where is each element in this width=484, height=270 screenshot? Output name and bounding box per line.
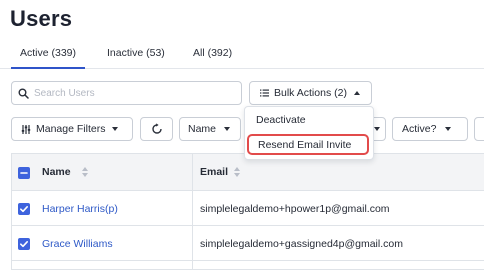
search-box: [11, 81, 242, 105]
active-filter-button[interactable]: Active?: [392, 117, 468, 141]
user-name-link[interactable]: Harper Harris(p): [42, 203, 118, 215]
tab-active[interactable]: Active (339): [10, 47, 86, 69]
caret-down-icon: [112, 127, 119, 131]
users-table: Name Email Harper Harris(p) simplelegald…: [11, 153, 484, 270]
search-input[interactable]: [34, 85, 234, 101]
menu-item-deactivate[interactable]: Deactivate: [256, 114, 384, 126]
refresh-icon: [151, 123, 162, 134]
name-filter-label: Name: [188, 123, 217, 135]
table-row: Grace Williams simplelegaldemo+gassigned…: [12, 227, 484, 261]
tab-all[interactable]: All (392): [193, 47, 232, 68]
list-icon: [260, 89, 269, 97]
checkbox-indeterminate-icon: [20, 172, 28, 174]
caret-down-icon: [445, 127, 452, 131]
bulk-actions-label: Bulk Actions (2): [274, 87, 347, 99]
row-checkbox[interactable]: [18, 203, 30, 215]
bulk-actions-button[interactable]: Bulk Actions (2): [249, 81, 372, 105]
active-filter-label: Active?: [402, 123, 437, 135]
bulk-actions-menu: Deactivate Resend Email Invite: [244, 106, 374, 160]
tab-inactive[interactable]: Inactive (53): [107, 47, 165, 68]
manage-filters-label: Manage Filters: [36, 123, 106, 135]
checkbox-checked-icon: [20, 206, 28, 213]
page-title: Users: [10, 6, 73, 31]
filter-icon: [21, 124, 31, 134]
menu-item-resend-email-invite[interactable]: Resend Email Invite: [247, 134, 369, 155]
sort-icon[interactable]: [234, 167, 240, 178]
more-filter-button[interactable]: [474, 117, 484, 141]
name-filter-button[interactable]: Name: [179, 117, 241, 141]
table-row: Harper Harris(p) simplelegaldemo+hpower1…: [12, 192, 484, 226]
user-email: simplelegaldemo+gassigned4p@gmail.com: [200, 238, 403, 250]
user-name-link[interactable]: Grace Williams: [42, 238, 113, 250]
column-divider: [192, 154, 193, 270]
caret-down-icon: [374, 127, 380, 131]
manage-filters-button[interactable]: Manage Filters: [11, 117, 133, 141]
select-all-checkbox[interactable]: [18, 167, 30, 179]
sort-icon[interactable]: [82, 167, 88, 178]
status-tabs: Active (339) Inactive (53) All (392): [0, 44, 484, 69]
checkbox-checked-icon: [20, 241, 28, 248]
caret-up-icon: [353, 91, 360, 95]
user-email: simplelegaldemo+hpower1p@gmail.com: [200, 203, 390, 215]
search-icon: [18, 88, 29, 99]
column-header-email[interactable]: Email: [200, 166, 228, 178]
column-header-name[interactable]: Name: [42, 166, 71, 178]
row-checkbox[interactable]: [18, 238, 30, 250]
caret-down-icon: [224, 127, 231, 131]
refresh-button[interactable]: [140, 117, 173, 141]
